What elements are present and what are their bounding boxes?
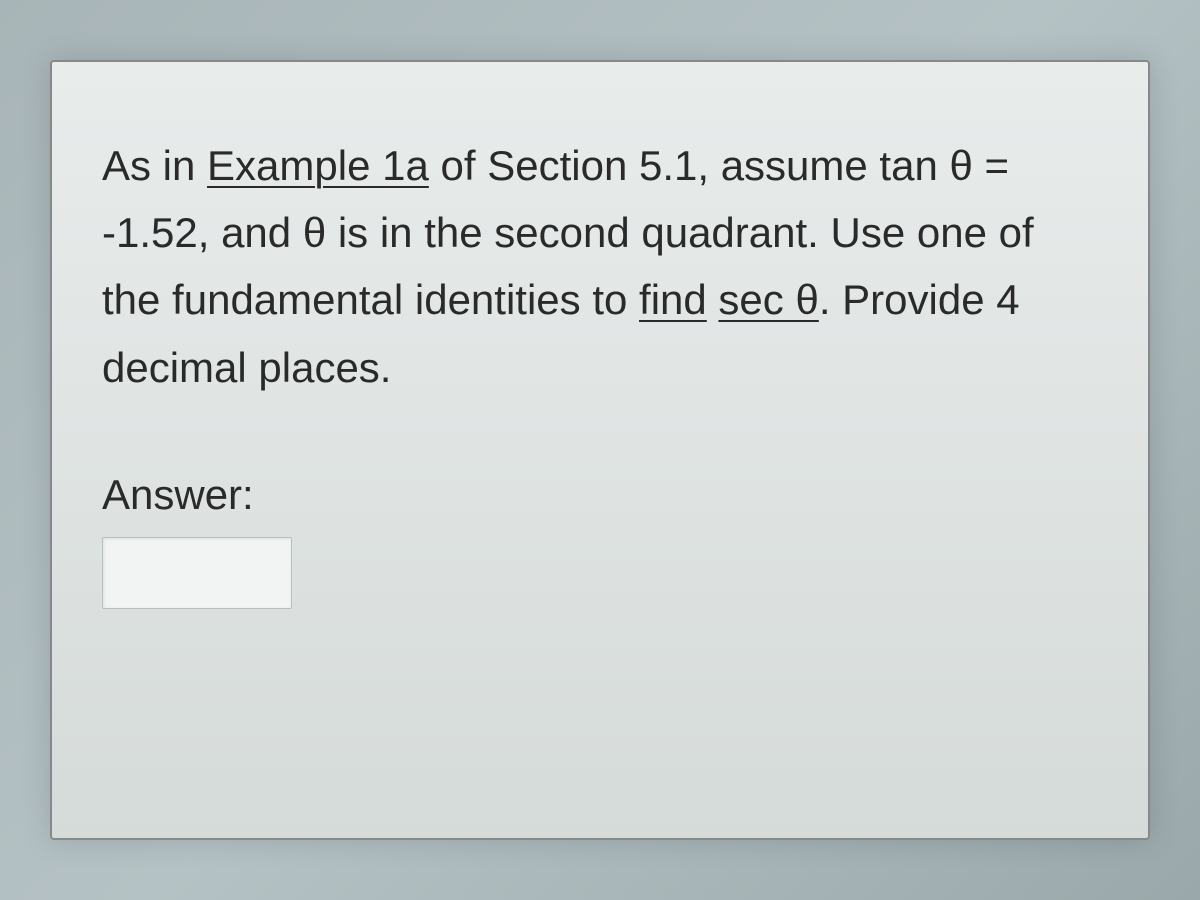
question-text: As in Example 1a of Section 5.1, assume … xyxy=(102,132,1098,401)
example-link[interactable]: Example 1a xyxy=(207,142,429,189)
answer-label: Answer: xyxy=(102,471,1098,519)
text-segment: As in xyxy=(102,142,207,189)
text-segment: of Section 5.1, assume tan xyxy=(429,142,950,189)
find-link[interactable]: find xyxy=(639,276,707,323)
sec-theta-link[interactable]: sec θ xyxy=(718,276,818,323)
answer-input[interactable] xyxy=(102,537,292,609)
answer-section: Answer: xyxy=(102,471,1098,609)
question-card: As in Example 1a of Section 5.1, assume … xyxy=(50,60,1150,840)
